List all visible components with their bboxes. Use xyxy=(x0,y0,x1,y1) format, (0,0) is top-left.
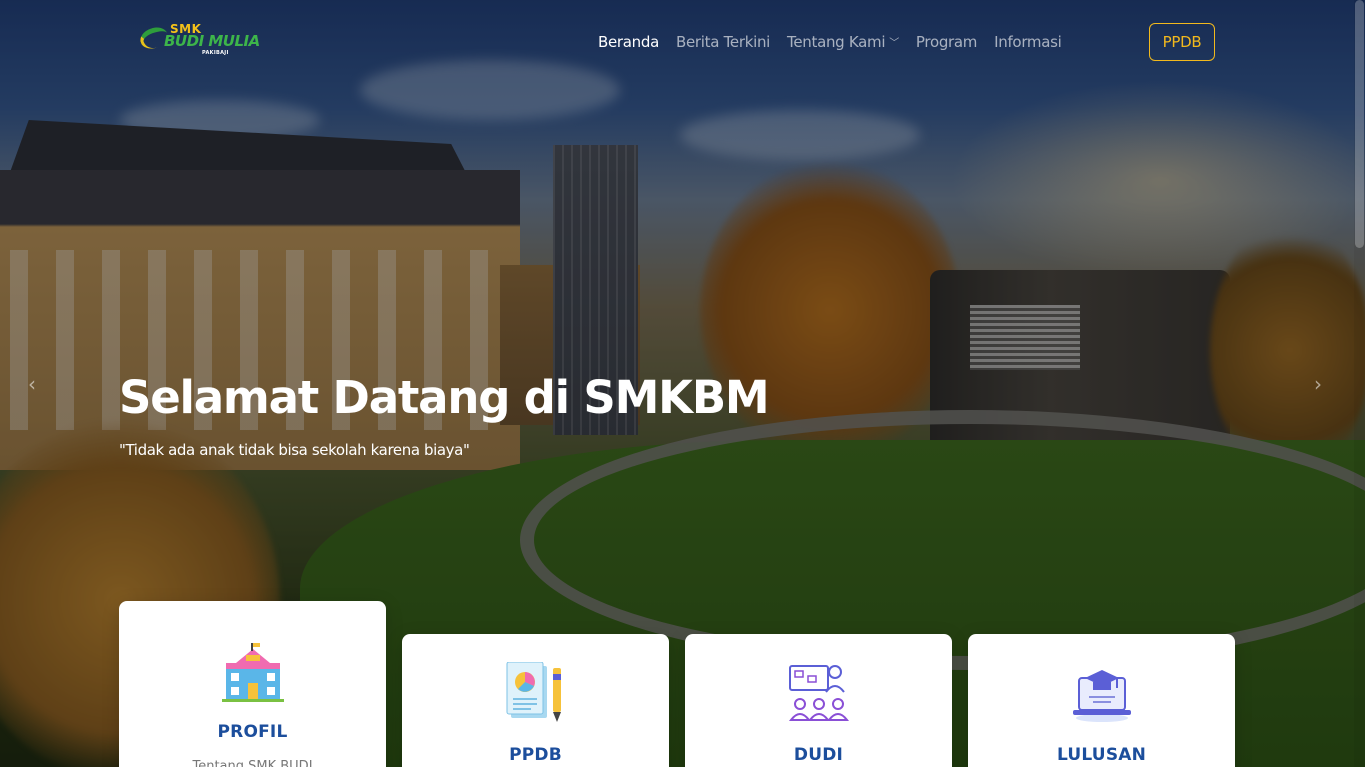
card-dudi[interactable]: DUDI xyxy=(685,634,952,767)
chevron-right-icon[interactable]: › xyxy=(1314,372,1322,396)
school-building-icon xyxy=(222,643,284,702)
main-nav: Beranda Berita Terkini Tentang Kami ﹀ Pro… xyxy=(598,31,1079,53)
card-description: Tentang SMK BUDI xyxy=(192,759,313,767)
chevron-down-icon: ﹀ xyxy=(889,38,899,49)
document-pen-icon xyxy=(506,662,561,722)
graduation-laptop-icon xyxy=(1073,670,1131,722)
card-title: LULUSAN xyxy=(1056,745,1147,765)
card-title: PPDB xyxy=(509,745,562,765)
card-profil[interactable]: PROFIL Tentang SMK BUDI xyxy=(119,601,386,767)
nav-beranda[interactable]: Beranda xyxy=(598,33,659,51)
card-ppdb[interactable]: PPDB xyxy=(402,634,669,767)
logo-text-sub: PAKIBAJI xyxy=(202,50,229,56)
card-title: DUDI xyxy=(793,745,844,765)
hero-title: Selamat Datang di SMKBM xyxy=(119,371,770,424)
ppdb-button[interactable]: PPDB xyxy=(1149,23,1215,61)
presentation-group-icon xyxy=(788,665,850,721)
nav-program[interactable]: Program xyxy=(916,33,978,51)
hero-subtitle: "Tidak ada anak tidak bisa sekolah karen… xyxy=(119,441,470,459)
scrollbar-thumb[interactable] xyxy=(1355,0,1364,248)
card-title: PROFIL xyxy=(217,722,288,742)
school-logo[interactable]: SMK BUDI MULIA PAKIBAJI xyxy=(137,22,266,60)
nav-berita-terkini[interactable]: Berita Terkini xyxy=(676,33,770,51)
nav-tentang-kami[interactable]: Tentang Kami ﹀ xyxy=(787,33,899,51)
logo-text-name: BUDI MULIA xyxy=(164,32,260,50)
nav-tentang-kami-label: Tentang Kami xyxy=(787,33,886,51)
nav-informasi[interactable]: Informasi xyxy=(994,33,1062,51)
card-lulusan[interactable]: LULUSAN xyxy=(968,634,1235,767)
chevron-left-icon[interactable]: ‹ xyxy=(28,372,36,396)
